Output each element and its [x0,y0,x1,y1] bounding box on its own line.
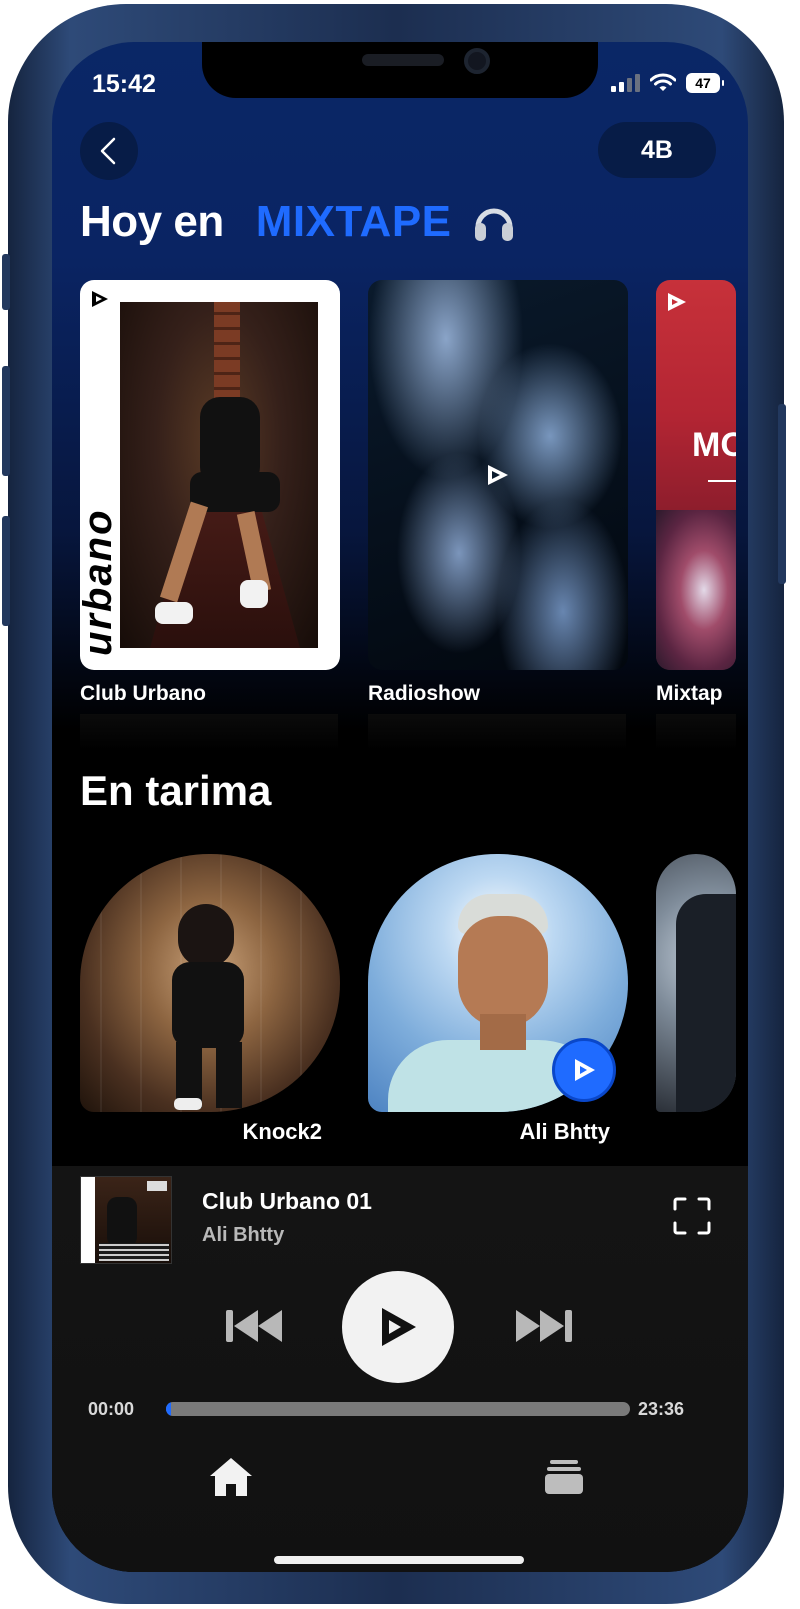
artist-name-knock2[interactable]: Knock2 [62,1119,322,1145]
status-time: 15:42 [92,70,156,98]
card-shadow [656,714,736,750]
skip-forward-icon[interactable] [514,1306,574,1346]
headphones-icon [474,208,513,241]
show-card-club-urbano[interactable]: urbano [80,280,340,670]
speaker [362,54,444,66]
progress-bar[interactable] [166,1402,630,1416]
back-button[interactable] [80,122,138,180]
play-icon [575,1059,595,1081]
title-brand: MIXTAPE [255,197,452,246]
notch [202,42,598,98]
time-total: 23:36 [638,1399,685,1419]
play-icon [382,1308,416,1346]
mute-switch [2,254,10,310]
progress-fill [166,1402,171,1416]
track-artist: Ali Bhtty [202,1224,285,1246]
brand-logo-icon [668,293,686,311]
artist-name-ali-bhtty[interactable]: Ali Bhtty [350,1119,610,1145]
artist-card-third[interactable] [656,854,736,1112]
show-label-club-urbano[interactable]: Club Urbano [80,682,206,706]
wifi-icon [650,73,676,91]
title-prefix: Hoy en [80,197,224,246]
card-shadow [368,714,626,750]
home-icon[interactable] [208,1456,254,1498]
now-playing-bar: Club Urbano 01 Ali Bhtty 00:00 23:36 [52,1166,748,1572]
phone-frame: 15:42 47 4B Hoy en MIXTAPE urbano MO Clu… [2,4,786,1604]
club-urbano-cover-text: urbano [80,508,120,656]
app-screen: 15:42 47 4B Hoy en MIXTAPE urbano MO Clu… [52,42,748,1572]
card-shadow [80,714,338,750]
fullscreen-icon[interactable] [672,1196,712,1236]
power-button [778,404,786,584]
chevron-left-icon [100,137,116,165]
library-icon[interactable] [544,1458,584,1496]
battery-icon: 47 [686,73,724,93]
volume-up-button [2,366,10,476]
user-profile-button[interactable]: 4B [598,122,716,178]
artist-play-button[interactable] [552,1038,616,1102]
brand-logo-icon [92,291,108,307]
status-indicators: 47 [611,73,724,93]
show-label-radioshow[interactable]: Radioshow [368,682,480,706]
skip-back-icon[interactable] [224,1306,284,1346]
time-current: 00:00 [88,1399,135,1419]
show-label-mixtape[interactable]: Mixtap [656,682,736,706]
track-title: Club Urbano 01 [202,1188,372,1214]
show-card-radioshow[interactable] [368,280,628,670]
play-button[interactable] [342,1271,454,1383]
club-urbano-cover-photo [120,302,318,648]
track-thumbnail[interactable] [80,1176,172,1264]
page-title: Hoy en MIXTAPE [80,192,516,252]
volume-down-button [2,516,10,626]
show-card-mixtape[interactable]: MO [656,280,736,670]
front-camera [464,48,490,74]
artist-card-knock2[interactable] [80,854,340,1112]
brand-logo-icon [488,465,508,485]
home-indicator[interactable] [274,1556,524,1564]
signal-icon [611,74,640,92]
section-title-en-tarima: En tarima [80,767,272,814]
mixtape-cover-text: MO [692,426,736,464]
